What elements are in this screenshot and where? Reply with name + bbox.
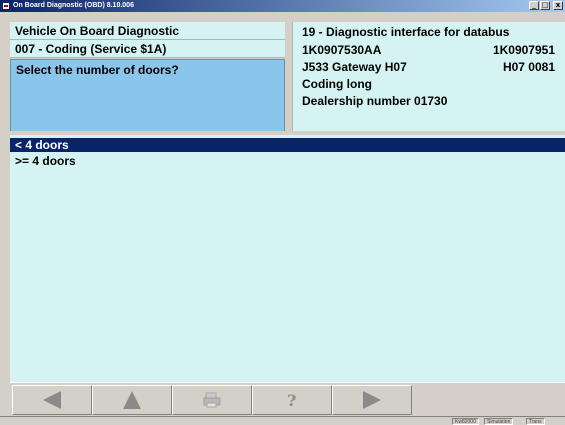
obd-window: On Board Diagnostic (OBD) 8.10.006 _ □ x… bbox=[0, 0, 565, 425]
up-button[interactable] bbox=[92, 385, 172, 415]
component-version: H07 0081 bbox=[502, 60, 555, 74]
dealership-number: Dealership number 01730 bbox=[302, 94, 448, 108]
info-area: Vehicle On Board Diagnostic 007 - Coding… bbox=[10, 22, 565, 150]
arrow-left-icon bbox=[43, 391, 61, 409]
forward-button[interactable] bbox=[332, 385, 412, 415]
printer-icon bbox=[203, 392, 221, 408]
status-mode: Simulation bbox=[484, 418, 514, 425]
navigation-toolbar: ? bbox=[10, 382, 565, 416]
controller-address: 19 - Diagnostic interface for databus bbox=[302, 25, 510, 39]
minimize-button[interactable]: _ bbox=[529, 1, 539, 10]
status-trans: Trans bbox=[526, 418, 545, 425]
arrow-up-icon bbox=[123, 391, 141, 409]
window-controls: _ □ x bbox=[529, 1, 563, 11]
option-4-or-more-doors[interactable]: >= 4 doors bbox=[10, 154, 565, 168]
part-number-right: 1K0907951 bbox=[492, 43, 555, 57]
app-icon bbox=[2, 2, 10, 10]
print-button[interactable] bbox=[172, 385, 252, 415]
back-button[interactable] bbox=[12, 385, 92, 415]
part-number: 1K0907530AA bbox=[302, 43, 382, 57]
close-button[interactable]: x bbox=[553, 1, 563, 10]
help-button[interactable]: ? bbox=[252, 385, 332, 415]
coding-type: Coding long bbox=[302, 77, 372, 91]
svg-text:?: ? bbox=[287, 391, 296, 410]
function-title: 007 - Coding (Service $1A) bbox=[10, 40, 285, 58]
arrow-right-icon bbox=[363, 391, 381, 409]
option-less-than-4-doors[interactable]: < 4 doors bbox=[10, 138, 565, 152]
options-list: < 4 doors >= 4 doors bbox=[10, 135, 565, 382]
maximize-button[interactable]: □ bbox=[540, 1, 550, 10]
status-bar: Kw82000 Simulation Trans bbox=[0, 416, 565, 425]
title-bar[interactable]: On Board Diagnostic (OBD) 8.10.006 _ □ x bbox=[0, 0, 565, 12]
app-name: Vehicle On Board Diagnostic bbox=[10, 22, 285, 40]
window-title: On Board Diagnostic (OBD) 8.10.006 bbox=[13, 2, 134, 9]
controller-panel: 19 - Diagnostic interface for databus 1K… bbox=[292, 22, 565, 131]
help-icon: ? bbox=[287, 391, 296, 410]
status-protocol: Kw82000 bbox=[452, 418, 479, 425]
component-name: J533 Gateway H07 bbox=[302, 60, 407, 74]
function-panel: Vehicle On Board Diagnostic 007 - Coding… bbox=[10, 22, 285, 150]
